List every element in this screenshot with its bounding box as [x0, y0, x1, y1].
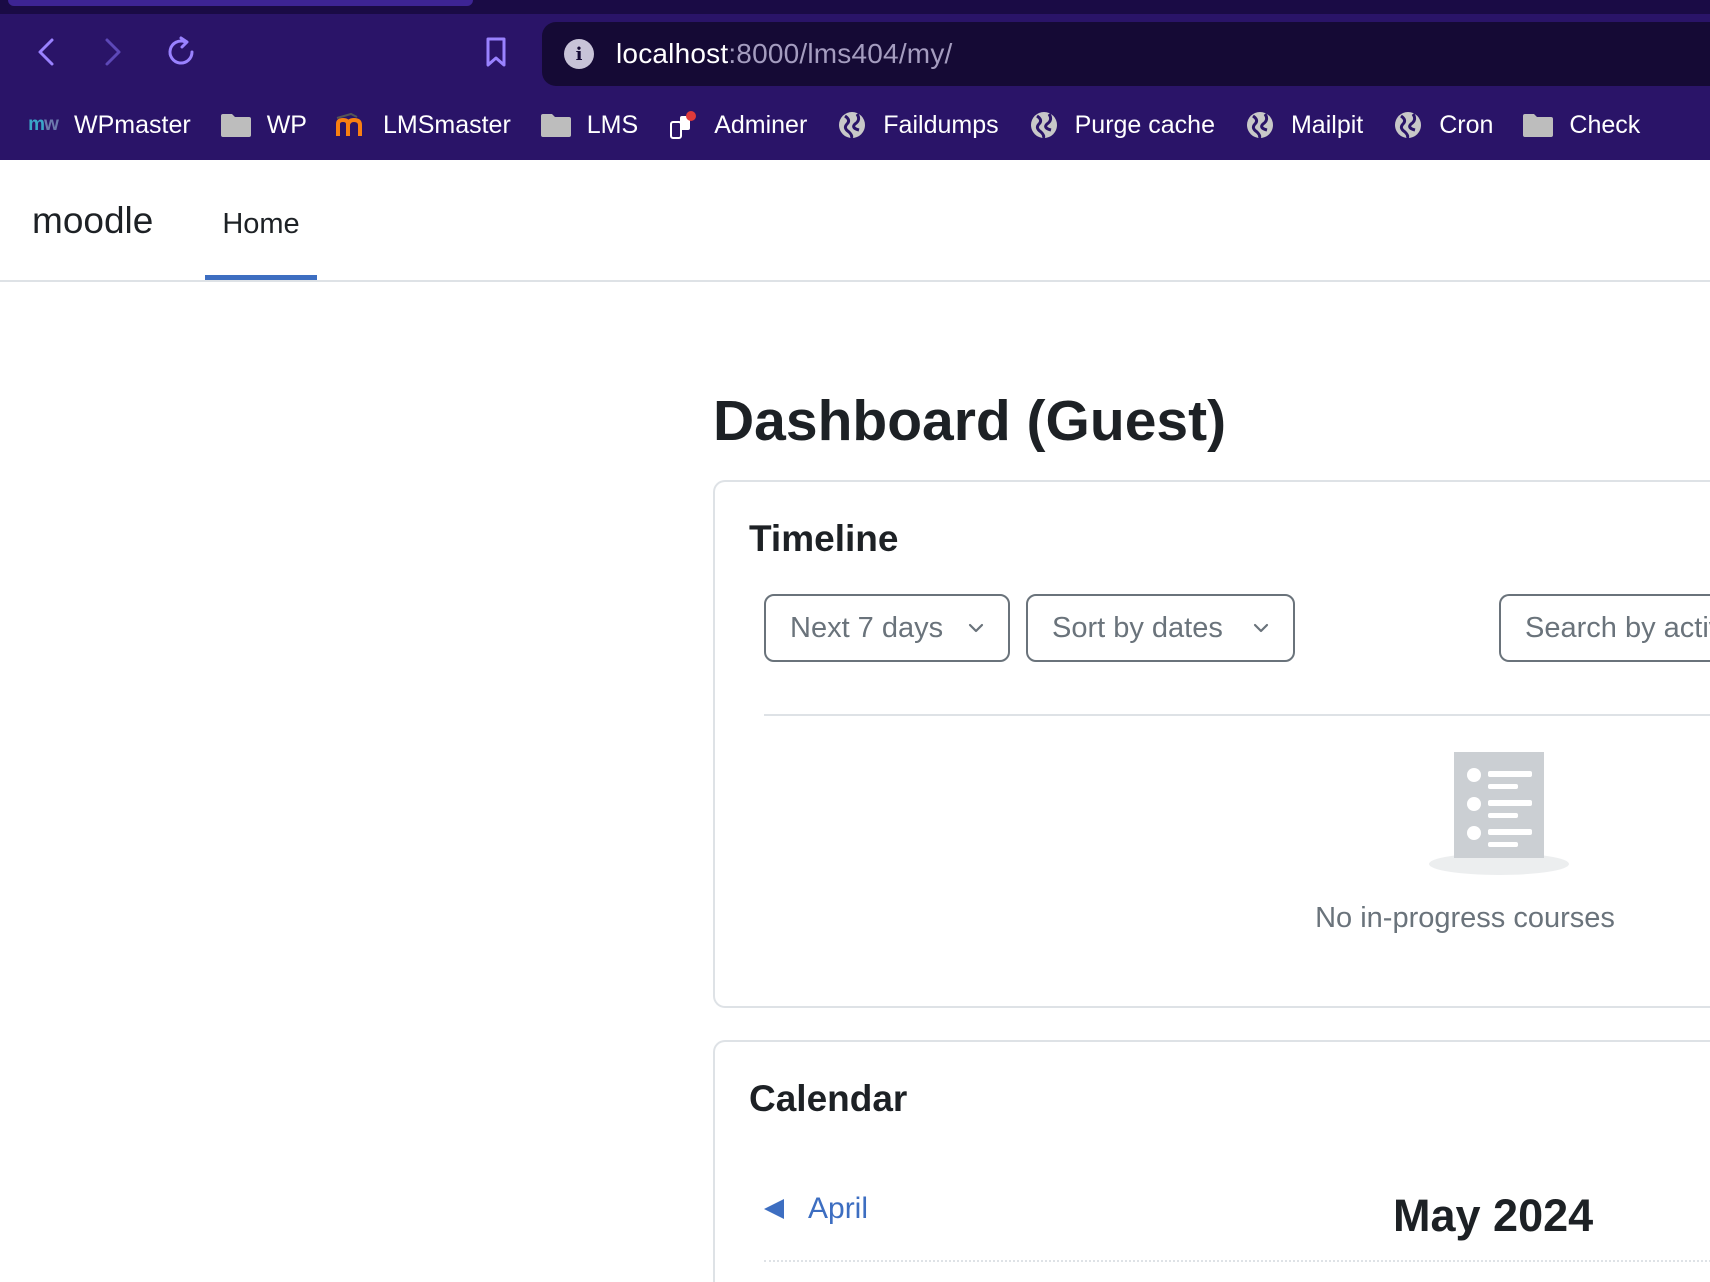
triangle-left-icon	[764, 1199, 784, 1219]
address-bar[interactable]: i localhost:8000/lms404/my/	[542, 22, 1710, 86]
calendar-block: Calendar April May 2024	[713, 1040, 1710, 1282]
reload-icon	[168, 36, 194, 65]
address-host: localhost	[616, 38, 729, 69]
bookmark-mailpit[interactable]: Mailpit	[1243, 110, 1363, 140]
nav-home-label: Home	[222, 208, 300, 240]
bookmark-page-button[interactable]	[474, 30, 518, 74]
bookmark-adminer[interactable]: Adminer	[666, 110, 807, 140]
bookmark-label: Cron	[1439, 110, 1494, 139]
empty-courses-list-icon	[1429, 752, 1569, 875]
browser-chrome: i localhost:8000/lms404/my/ mw WPmaster …	[0, 0, 1710, 160]
timeline-title: Timeline	[749, 518, 899, 559]
bookmark-label: LMSmaster	[382, 110, 511, 139]
calendar-title: Calendar	[749, 1078, 908, 1119]
bookmark-label: Faildumps	[883, 110, 999, 139]
bookmark-label: WP	[266, 110, 307, 139]
bookmark-label: Check	[1569, 110, 1641, 139]
active-tab-indicator	[205, 275, 317, 280]
page-title: Dashboard (Guest)	[713, 389, 1227, 453]
tab-strip	[0, 0, 1710, 14]
timeline-search-input[interactable]	[1499, 594, 1710, 662]
chevron-down-icon	[1253, 623, 1269, 633]
calendar-current-month: May 2024	[1393, 1190, 1594, 1241]
globe-icon	[1391, 110, 1425, 140]
back-arrow-icon	[38, 38, 54, 66]
bookmark-lms[interactable]: LMS	[539, 110, 638, 140]
bookmark-wpmaster[interactable]: mw WPmaster	[26, 110, 191, 140]
timeline-divider	[764, 714, 1710, 716]
bookmark-wp[interactable]: WP	[219, 110, 307, 140]
mw-logo-icon: mw	[28, 114, 59, 135]
bookmark-label: LMS	[586, 110, 639, 139]
bookmark-check[interactable]: Check	[1521, 110, 1640, 140]
bookmark-purge-cache[interactable]: Purge cache	[1027, 110, 1215, 140]
reload-button[interactable]	[159, 30, 203, 74]
bookmark-label: Mailpit	[1290, 110, 1364, 139]
chevron-down-icon	[968, 623, 984, 633]
empty-state-message: No in-progress courses	[1315, 902, 1615, 934]
address-path: :8000/lms404/my/	[728, 38, 953, 69]
site-info-icon[interactable]: i	[564, 39, 594, 69]
site-brand[interactable]: moodle	[32, 200, 153, 242]
active-tab[interactable]	[8, 0, 473, 6]
prev-month-label: April	[808, 1192, 869, 1225]
bookmark-lmsmaster[interactable]: LMSmaster	[335, 110, 511, 140]
forward-arrow-icon	[105, 38, 121, 66]
bookmark-cron[interactable]: Cron	[1391, 110, 1493, 140]
address-url[interactable]: localhost:8000/lms404/my/	[616, 38, 953, 70]
bookmark-icon	[486, 37, 506, 67]
timeline-sort-dropdown[interactable]: Sort by dates	[1026, 594, 1295, 662]
bookmark-label: WPmaster	[74, 110, 191, 139]
site-navbar: moodle Home	[0, 160, 1710, 282]
sort-label: Sort by dates	[1052, 611, 1223, 644]
bookmark-faildumps[interactable]: Faildumps	[835, 110, 999, 140]
timeline-date-filter-dropdown[interactable]: Next 7 days	[764, 594, 1010, 662]
folder-icon	[1521, 110, 1555, 140]
folder-icon	[219, 110, 253, 140]
globe-icon	[1027, 110, 1061, 140]
back-button[interactable]	[24, 30, 68, 74]
bookmark-label: Purge cache	[1074, 110, 1215, 139]
bookmark-label: Adminer	[714, 110, 808, 139]
forward-button[interactable]	[91, 30, 135, 74]
bookmarks-bar: mw WPmaster WP LMSmaster LMS Adminer Fai…	[0, 100, 1710, 150]
moodle-logo-icon	[335, 110, 369, 140]
globe-icon	[1243, 110, 1277, 140]
folder-icon	[539, 110, 573, 140]
adminer-icon	[666, 110, 700, 140]
date-filter-label: Next 7 days	[790, 611, 944, 644]
globe-icon	[835, 110, 869, 140]
nav-home-tab[interactable]: Home	[205, 208, 317, 280]
timeline-block: Timeline Next 7 days Sort by dates No in…	[713, 480, 1710, 1008]
calendar-prev-month-link[interactable]: April	[764, 1192, 868, 1226]
